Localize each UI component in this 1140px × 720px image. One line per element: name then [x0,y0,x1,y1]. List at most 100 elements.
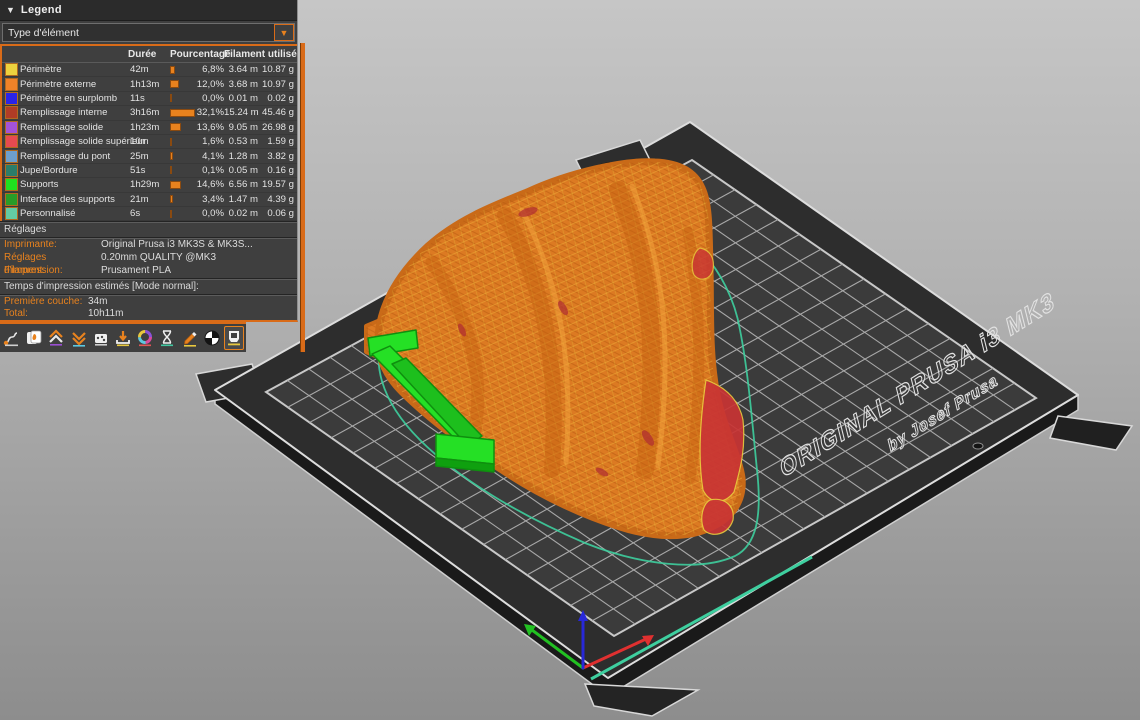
print-settings-row: Réglages d'impression: 0.20mm QUALITY @M… [0,252,297,265]
feature-color-chip [5,63,18,76]
printer-label: Imprimante: [0,239,101,252]
feature-duration: 42m [128,64,170,75]
feature-table: Durée Pourcentage Filament utilisé Périm… [0,46,297,221]
feature-color-chip [5,121,18,134]
percentage-bar [170,210,172,218]
col-filament: Filament utilisé [224,49,298,60]
retractions-icon[interactable] [46,326,66,350]
total-time-value: 10h11m [88,308,123,321]
feature-percentage: 1,6% [202,136,224,147]
feature-color-chip [5,164,18,177]
feature-duration: 21m [128,194,170,205]
feature-color-chip [5,78,18,91]
percentage-bar [170,195,173,203]
feature-duration: 1h29m [128,179,170,190]
center-of-gravity-icon[interactable] [202,326,222,350]
shells-icon[interactable] [24,326,44,350]
feature-label: Supports [20,179,128,190]
feature-row-3: Périmètre en surplomb11s0,0%0.01 m0.02 g [2,92,297,106]
panel-right-border [300,43,305,352]
feature-label: Remplissage interne [20,107,128,118]
feature-percentage: 13,6% [197,122,224,133]
feature-row-8: Jupe/Bordure51s0,1%0.05 m0.16 g [2,164,297,178]
feature-duration: 25m [128,151,170,162]
feature-filament-weight: 0.02 g [262,93,298,104]
feature-filament-length: 15.24 m [224,107,262,118]
percentage-bar [170,181,181,189]
pause-prints-icon[interactable] [157,326,177,350]
printer-bed-icon[interactable] [224,326,244,350]
feature-filament-length: 1.28 m [224,151,262,162]
gcode-preview-viewport: ORIGINAL PRUSA i3 MK3 by Josef Prusa [0,0,1140,720]
feature-duration: 10m [128,136,170,147]
feature-row-2: Périmètre externe1h13m12,0%3.68 m10.97 g [2,77,297,91]
feature-filament-weight: 4.39 g [262,194,298,205]
legend-panel: ▼ Legend Type d'élément ▼ Durée Pourcent… [0,0,298,322]
feature-percentage: 32,1% [197,107,224,118]
feature-percentage: 0,0% [202,93,224,104]
percentage-bar [170,109,195,117]
deretractions-icon[interactable] [69,326,89,350]
feature-filament-length: 0.05 m [224,165,262,176]
feature-label: Remplissage solide [20,122,128,133]
percentage-bar [170,66,175,74]
feature-percentage: 14,6% [197,179,224,190]
feature-filament-length: 9.05 m [224,122,262,133]
feature-color-chip [5,193,18,206]
feature-color-chip [5,207,18,220]
feature-filament-length: 3.68 m [224,79,262,90]
feature-color-chip [5,92,18,105]
feature-filament-weight: 3.82 g [262,151,298,162]
feature-row-4: Remplissage interne3h16m32,1%15.24 m45.4… [2,106,297,120]
percentage-bar [170,123,181,131]
feature-filament-length: 0.53 m [224,136,262,147]
feature-color-chip [5,178,18,191]
feature-filament-weight: 0.16 g [262,165,298,176]
view-type-dropdown[interactable]: Type d'élément ▼ [2,23,295,42]
dropdown-arrow-button[interactable]: ▼ [274,24,294,41]
percentage-bar [170,94,172,102]
feature-duration: 1h23m [128,122,170,133]
seams-icon[interactable] [91,326,111,350]
feature-row-11: Personnalisé6s0,0%0.02 m0.06 g [2,207,297,221]
feature-label: Périmètre externe [20,79,128,90]
tool-changes-icon[interactable] [113,326,133,350]
feature-row-1: Périmètre42m6,8%3.64 m10.87 g [2,63,297,77]
print-settings-value: 0.20mm QUALITY @MK3 [101,252,216,265]
filament-label: Filament: [0,265,101,278]
feature-duration: 11s [128,93,170,104]
feature-filament-length: 6.56 m [224,179,262,190]
feature-filament-weight: 26.98 g [262,122,298,133]
filament-row: Filament: Prusament PLA [0,265,297,278]
first-layer-label: Première couche: [0,296,88,309]
first-layer-value: 34m [88,296,107,309]
feature-label: Remplissage du pont [20,151,128,162]
feature-row-7: Remplissage du pont25m4,1%1.28 m3.82 g [2,149,297,163]
feature-duration: 1h13m [128,79,170,90]
feature-filament-length: 3.64 m [224,64,262,75]
feature-row-10: Interface des supports21m3,4%1.47 m4.39 … [2,193,297,207]
feature-filament-weight: 10.87 g [262,64,298,75]
feature-label: Jupe/Bordure [20,165,128,176]
feature-filament-weight: 10.97 g [262,79,298,90]
total-time-label: Total: [0,308,88,321]
percentage-bar [170,152,173,160]
feature-row-5: Remplissage solide1h23m 13,6%9.05 m26.98 … [2,121,297,135]
feature-label: Périmètre en surplomb [20,93,128,104]
print-settings-label: Réglages d'impression: [0,252,101,265]
bed-bottom-tab [585,684,698,716]
printer-row: Imprimante: Original Prusa i3 MK3S & MK3… [0,239,297,252]
feature-duration: 6s [128,208,170,219]
bed-right-tab [1050,416,1132,450]
feature-duration: 51s [128,165,170,176]
travels-icon[interactable] [2,326,22,350]
custom-gcode-icon[interactable] [180,326,200,350]
printer-value: Original Prusa i3 MK3S & MK3S... [101,239,253,252]
color-changes-icon[interactable] [135,326,155,350]
first-layer-row: Première couche: 34m [0,296,297,309]
legend-titlebar[interactable]: ▼ Legend [0,0,297,21]
feature-filament-weight: 1.59 g [262,136,298,147]
feature-filament-weight: 45.46 g [262,107,298,118]
feature-color-chip [5,135,18,148]
collapse-triangle-icon[interactable]: ▼ [6,5,15,15]
